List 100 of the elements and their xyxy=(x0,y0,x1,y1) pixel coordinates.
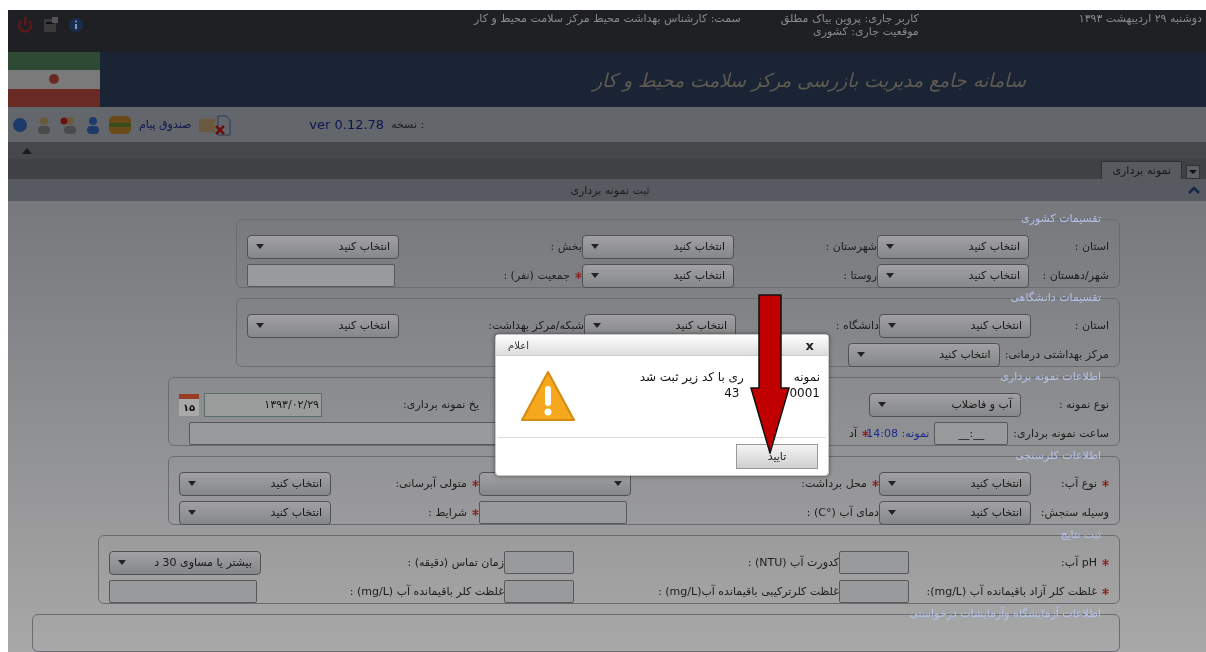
user-text: کاربر جاری: پروین بیاک مطلق xyxy=(780,12,919,25)
required-icon xyxy=(575,272,582,279)
field-label: دانشگاه : xyxy=(834,319,879,332)
role-text: سمت: کارشناس بهداشت محیط مرکز سلامت محیط و کار xyxy=(474,12,741,25)
field-label: شهرستان : xyxy=(824,240,877,253)
panel-title: ثبت نمونه برداری xyxy=(569,183,651,197)
required-icon xyxy=(1102,480,1109,487)
dropdown[interactable]: انتخاب کنید xyxy=(877,263,1029,288)
input-field[interactable] xyxy=(109,580,257,603)
calendar-icon[interactable]: ۱۵ xyxy=(179,393,199,416)
field-label: متولی آبرسانی: xyxy=(394,477,467,490)
field-label: شبکه/مرکز بهداشت: xyxy=(487,319,584,332)
caret-icon xyxy=(856,352,865,357)
field-label: مرکز بهداشتی درمانی: xyxy=(1004,348,1109,361)
section-legend: اطلاعات آزمایشگاه وآزمایشات درخواستی xyxy=(905,607,1105,620)
caret-icon xyxy=(593,323,601,328)
dropdown[interactable]: انتخاب کنید xyxy=(179,471,331,496)
input-field[interactable] xyxy=(839,551,909,574)
caret-icon xyxy=(888,481,896,486)
field-label: وسیله سنجش: xyxy=(1039,506,1109,519)
caret-icon xyxy=(188,510,196,515)
field-label: روستا : xyxy=(842,269,877,282)
field-label: آد xyxy=(848,427,857,440)
package-icon[interactable] xyxy=(108,113,132,136)
caret-icon xyxy=(886,273,894,278)
document-icon[interactable] xyxy=(42,16,60,34)
field-label: نوع نمونه : xyxy=(1057,398,1109,411)
dropdown[interactable]: انتخاب کنید xyxy=(847,342,1000,367)
info-icon[interactable] xyxy=(68,17,84,33)
field-label: غلظت کلر آزاد باقیمانده آب (mg/L): xyxy=(925,585,1097,598)
required-icon xyxy=(872,480,879,487)
message-text: نمونه xyxy=(793,370,820,384)
caret-icon xyxy=(188,481,196,486)
field-label: محل برداشت: xyxy=(800,477,867,490)
section-legend: اطلاعات نمونه برداری xyxy=(996,370,1105,383)
dropdown[interactable]: انتخاب کنید xyxy=(247,234,399,259)
section-legend: تقسیمات دانشگاهی xyxy=(1006,291,1105,304)
date-text: دوشنبه ۲۹ اردیبهشت ۱۳۹۳ xyxy=(1078,12,1202,25)
dropdown[interactable]: آب و فاضلاب xyxy=(869,392,1021,417)
input-field[interactable] xyxy=(839,580,909,603)
field-label: شهر/دهستان : xyxy=(1041,269,1109,282)
required-icon xyxy=(472,480,479,487)
field-label: pH آب: xyxy=(1060,556,1097,569)
input-field[interactable] xyxy=(504,551,574,574)
dropdown[interactable]: انتخاب کنید xyxy=(879,500,1031,525)
dropdown[interactable]: انتخاب کنید xyxy=(879,313,1031,338)
version-text: ver 0.12.78 xyxy=(309,117,385,132)
caret-icon xyxy=(888,323,896,328)
required-icon xyxy=(472,509,479,516)
caret-icon xyxy=(118,560,126,565)
section-legend: اطلاعات کلرسنجی xyxy=(1011,449,1105,462)
dropdown[interactable]: انتخاب کنید xyxy=(582,234,734,259)
dropdown[interactable]: بیشتر یا مساوی 30 د xyxy=(109,550,261,575)
users-icon[interactable] xyxy=(35,115,53,134)
caret-icon xyxy=(256,244,264,249)
field-label: زمان تماس (دقیقه) : xyxy=(406,556,504,569)
input-field[interactable] xyxy=(479,501,627,524)
message-text: ری با کد زیر ثبت شد xyxy=(639,370,744,384)
field-label: غلظت کلرترکیبی باقیمانده آب(mg/L) : xyxy=(657,585,839,598)
field-label: نوع آب: xyxy=(1060,477,1097,490)
ok-button[interactable]: تایید xyxy=(736,444,818,469)
field-label: استان : xyxy=(1073,319,1109,332)
date-field[interactable]: ۱۳۹۳/۰۲/۲۹ xyxy=(204,392,322,417)
required-icon xyxy=(862,430,869,437)
code-text: 43 xyxy=(724,386,740,400)
input-field[interactable] xyxy=(247,264,395,287)
position-text: موقعیت جاری: کشوری xyxy=(812,25,919,38)
dropdown[interactable]: انتخاب کنید xyxy=(179,500,331,525)
version-label: نسخه : xyxy=(391,118,425,131)
caret-icon xyxy=(591,244,599,249)
field-label: استان : xyxy=(1073,240,1109,253)
close-button[interactable]: x xyxy=(803,337,816,353)
dropdown-menu-icon[interactable] xyxy=(1186,165,1200,179)
caret-icon xyxy=(886,244,894,249)
dropdown[interactable]: انتخاب کنید xyxy=(877,234,1029,259)
user-icon[interactable] xyxy=(85,115,101,134)
collapse-up-icon[interactable] xyxy=(22,147,32,154)
field-label: کدورت آب (NTU) : xyxy=(746,556,839,569)
field-label: بخش : xyxy=(549,240,582,253)
input-field[interactable] xyxy=(504,580,574,603)
dropdown[interactable]: انتخاب کنید xyxy=(582,263,734,288)
caret-icon xyxy=(256,323,264,328)
section-legend: ثبت نتایج xyxy=(1056,528,1105,541)
chevron-up-icon[interactable] xyxy=(1188,186,1200,194)
field-label: یخ نمونه برداری: xyxy=(402,398,479,411)
mail-delete-icon[interactable] xyxy=(198,113,233,136)
dropdown[interactable]: انتخاب کنید xyxy=(247,313,399,338)
hint-text: نمونه: 14:08 xyxy=(866,427,930,440)
caret-icon xyxy=(614,481,622,486)
field-label: دمای آب (°C) : xyxy=(805,506,879,519)
field-label: جمعیت (نفر) : xyxy=(502,269,570,282)
code-text: 0001 xyxy=(789,386,820,400)
required-icon xyxy=(1102,559,1109,566)
inbox-link[interactable]: صندوق پیام xyxy=(139,118,192,131)
dropdown[interactable]: انتخاب کنید xyxy=(879,471,1031,496)
caret-icon xyxy=(888,510,896,515)
banner-title: سامانه جامع مدیریت بازرسی مرکز سلامت محیط و کار xyxy=(592,68,1026,91)
user-alert-icon[interactable] xyxy=(60,115,78,134)
time-field[interactable]: __:__ xyxy=(934,422,1009,445)
caret-icon xyxy=(591,273,599,278)
